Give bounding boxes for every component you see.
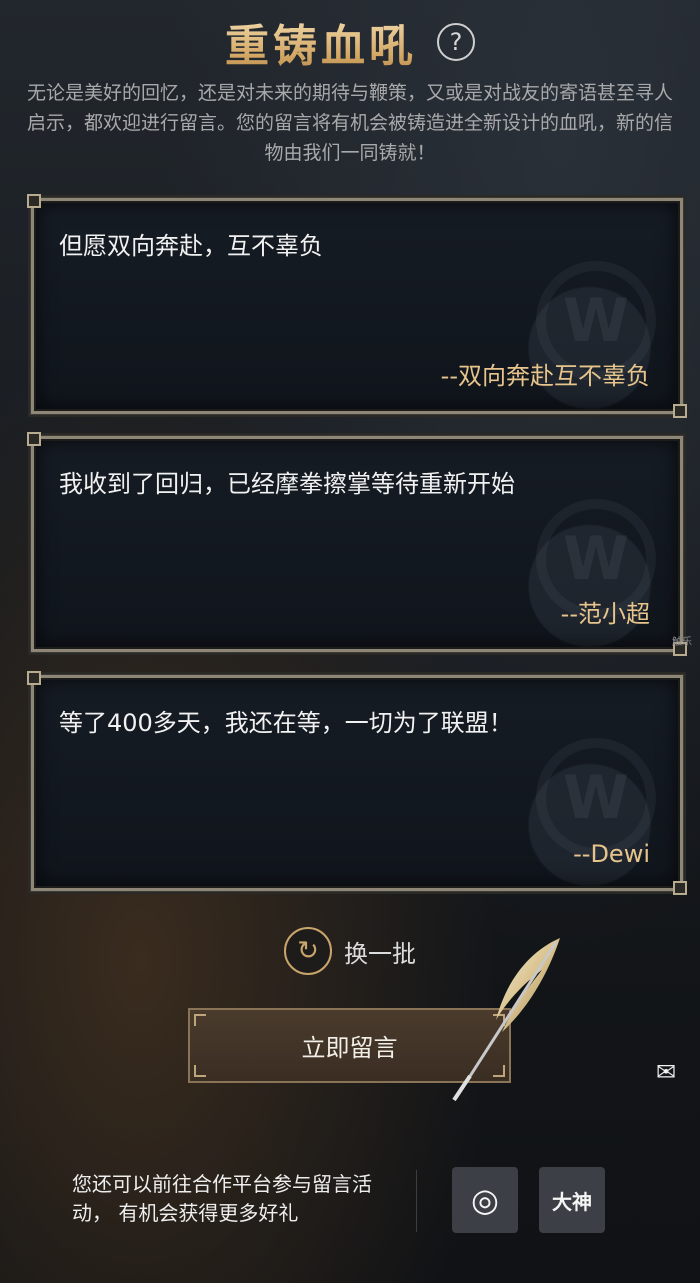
bottom-bar: 您还可以前往合作平台参与留言活动， 有机会获得更多好礼 ◎ 大神 <box>0 1140 700 1260</box>
message-author: --Dewi <box>573 840 650 868</box>
refresh-button[interactable]: ↻ 换一批 <box>0 923 700 979</box>
partner-text: 您还可以前往合作平台参与留言活动， 有机会获得更多好礼 <box>72 1172 372 1225</box>
message-author: --范小超 <box>560 600 650 628</box>
leave-message-label[interactable]: 立即留言 <box>302 1028 398 1063</box>
message-text: 等了400多天，我还在等，一切为了联盟！ <box>59 709 513 737</box>
dashen-app-button[interactable]: 大神 <box>539 1167 605 1233</box>
header: 重铸血吼 ? <box>0 14 700 72</box>
divider <box>416 1170 417 1232</box>
message-card: W 等了400多天，我还在等，一切为了联盟！ --Dewi <box>27 671 687 895</box>
mail-icon[interactable]: ✉ <box>652 1058 680 1086</box>
help-icon[interactable]: ? <box>437 23 475 61</box>
message-card: W 但愿双向奔赴，互不辜负 --双向奔赴互不辜负 <box>27 194 687 418</box>
refresh-icon[interactable]: ↻ <box>284 927 332 975</box>
refresh-label[interactable]: 换一批 <box>344 934 416 969</box>
message-text: 但愿双向奔赴，互不辜负 <box>59 232 323 260</box>
corner-ornament <box>194 1065 206 1077</box>
corner-ornament <box>194 1014 206 1026</box>
side-tag: 触乐 <box>672 637 692 648</box>
message-text: 我收到了回归，已经摩拳擦掌等待重新开始 <box>59 470 515 498</box>
message-author: --双向奔赴互不辜负 <box>440 362 650 390</box>
page-title: 重铸血吼 <box>225 10 417 74</box>
message-card: W 我收到了回归，已经摩拳擦掌等待重新开始 --范小超 <box>27 432 687 656</box>
intro-text: 无论是美好的回忆，还是对未来的期待与鞭策，又或是对战友的寄语甚至寻人启示，都欢迎… <box>26 82 673 164</box>
quill-icon <box>452 938 560 1102</box>
netease-cloud-icon[interactable]: ◎ <box>452 1167 518 1233</box>
